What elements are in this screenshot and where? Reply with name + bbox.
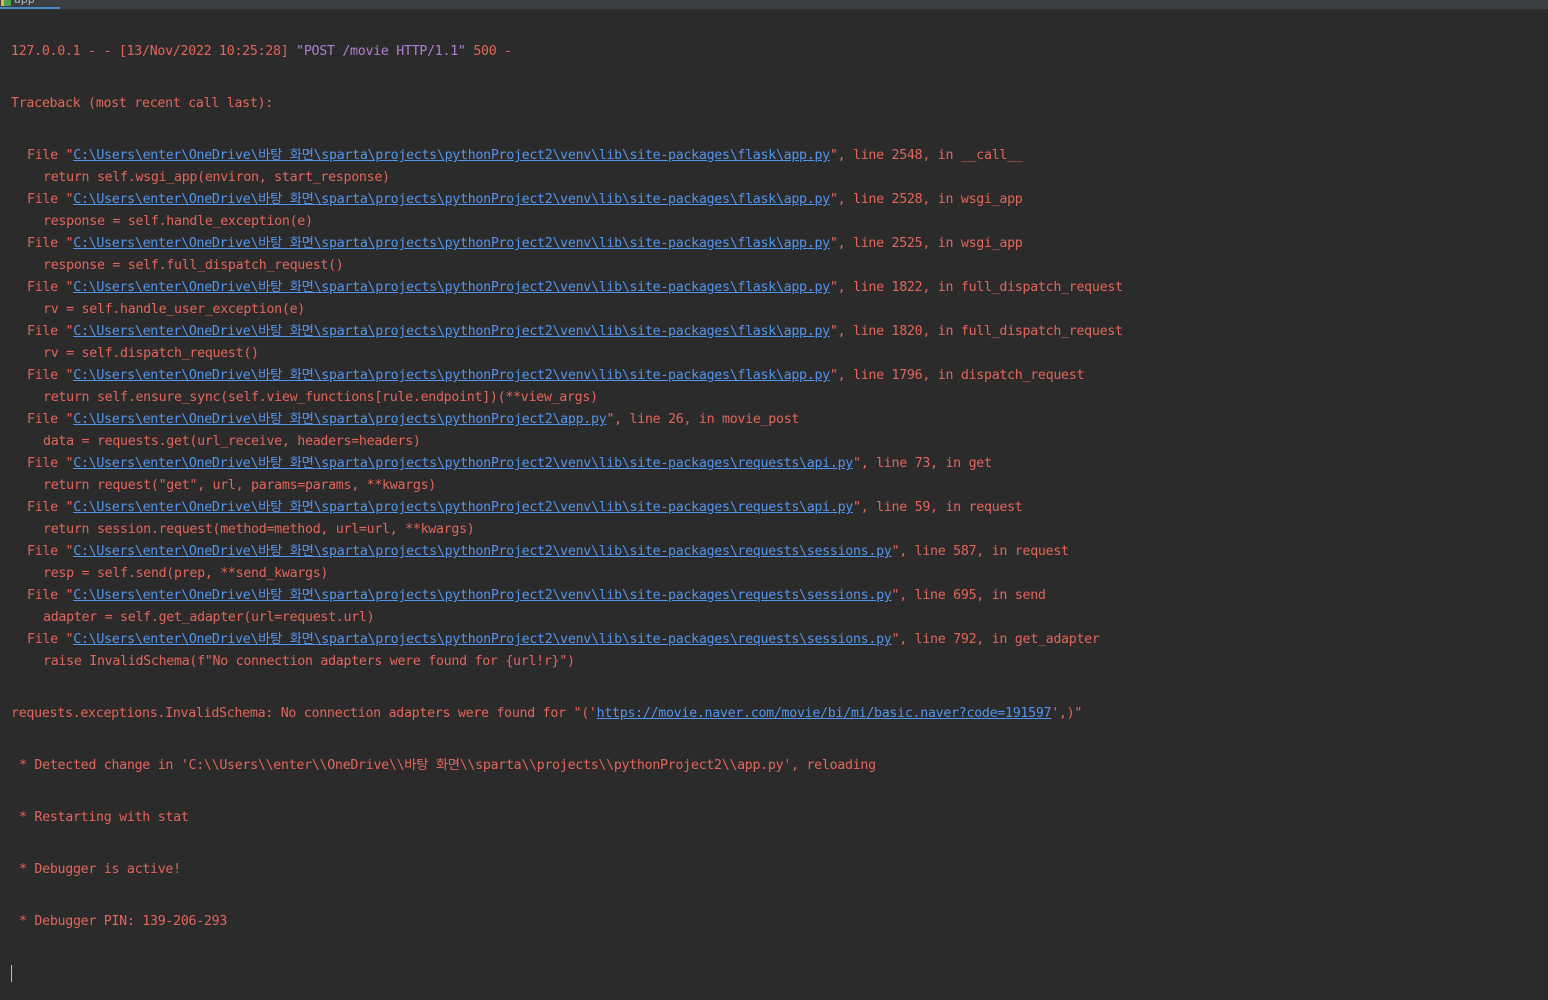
file-prefix: File " <box>27 544 74 559</box>
file-location: ", line 587, in request <box>891 544 1070 559</box>
file-location: ", line 2528, in wsgi_app <box>829 192 1023 207</box>
file-path-link[interactable]: C:\Users\enter\OneDrive\바탕 화면\sparta\pro… <box>73 588 892 603</box>
reload-line: * Debugger PIN: 139-206-293 <box>19 914 228 929</box>
reload-line: * Detected change in 'C:\\Users\\enter\\… <box>19 758 876 773</box>
traceback-file-line: File "C:\Users\enter\OneDrive\바탕 화면\spar… <box>11 365 1548 387</box>
run-tab-label: app <box>14 0 35 6</box>
traceback-code-line: return self.ensure_sync(self.view_functi… <box>43 390 598 405</box>
traceback-file-line: File "C:\Users\enter\OneDrive\바탕 화면\spar… <box>11 277 1548 299</box>
traceback-file-line: File "C:\Users\enter\OneDrive\바탕 화면\spar… <box>11 453 1548 475</box>
exception-message: requests.exceptions.InvalidSchema: No co… <box>11 706 597 721</box>
file-location: ", line 26, in movie_post <box>606 412 800 427</box>
reload-line: * Debugger is active! <box>19 862 181 877</box>
traceback-code-line: adapter = self.get_adapter(url=request.u… <box>43 610 375 625</box>
request-status: 500 - <box>465 44 512 59</box>
traceback-code-line: response = self.handle_exception(e) <box>43 214 313 229</box>
text-cursor <box>11 964 12 982</box>
file-path-link[interactable]: C:\Users\enter\OneDrive\바탕 화면\sparta\pro… <box>73 456 853 471</box>
reload-line: * Restarting with stat <box>19 810 189 825</box>
file-prefix: File " <box>27 368 74 383</box>
exception-url-link[interactable]: https://movie.naver.com/movie/bi/mi/basi… <box>597 706 1052 721</box>
file-location: ", line 2525, in wsgi_app <box>829 236 1023 251</box>
traceback-code-line: rv = self.handle_user_exception(e) <box>43 302 305 317</box>
traceback-file-line: File "C:\Users\enter\OneDrive\바탕 화면\spar… <box>11 497 1548 519</box>
traceback-file-line: File "C:\Users\enter\OneDrive\바탕 화면\spar… <box>11 233 1548 255</box>
run-tab-app[interactable]: app <box>0 0 60 9</box>
input-line[interactable] <box>11 963 1548 985</box>
file-prefix: File " <box>27 280 74 295</box>
file-prefix: File " <box>27 148 74 163</box>
traceback-header: Traceback (most recent call last): <box>11 96 273 111</box>
request-method: "POST /movie HTTP/1.1" <box>296 44 466 59</box>
traceback-code-line: raise InvalidSchema(f"No connection adap… <box>43 654 575 669</box>
traceback-code-line: return request("get", url, params=params… <box>43 478 436 493</box>
file-path-link[interactable]: C:\Users\enter\OneDrive\바탕 화면\sparta\pro… <box>73 236 830 251</box>
file-prefix: File " <box>27 236 74 251</box>
request-log-line: 127.0.0.1 - - [13/Nov/2022 10:25:28] "PO… <box>11 41 1548 63</box>
python-run-icon <box>1 0 11 6</box>
traceback-code-line: return self.wsgi_app(environ, start_resp… <box>43 170 390 185</box>
file-prefix: File " <box>27 192 74 207</box>
file-path-link[interactable]: C:\Users\enter\OneDrive\바탕 화면\sparta\pro… <box>73 368 830 383</box>
file-prefix: File " <box>27 500 74 515</box>
active-tab-indicator <box>0 7 60 9</box>
traceback-code-line: return session.request(method=method, ur… <box>43 522 475 537</box>
traceback-file-line: File "C:\Users\enter\OneDrive\바탕 화면\spar… <box>11 189 1548 211</box>
file-location: ", line 1822, in full_dispatch_request <box>829 280 1123 295</box>
file-location: ", line 2548, in __call__ <box>829 148 1023 163</box>
file-location: ", line 1796, in dispatch_request <box>829 368 1085 383</box>
traceback-code-line: response = self.full_dispatch_request() <box>43 258 344 273</box>
exception-suffix: ',)" <box>1051 706 1083 721</box>
file-path-link[interactable]: C:\Users\enter\OneDrive\바탕 화면\sparta\pro… <box>73 148 830 163</box>
traceback-file-line: File "C:\Users\enter\OneDrive\바탕 화면\spar… <box>11 629 1548 651</box>
file-location: ", line 1820, in full_dispatch_request <box>829 324 1123 339</box>
file-location: ", line 59, in request <box>852 500 1023 515</box>
file-location: ", line 73, in get <box>852 456 992 471</box>
file-prefix: File " <box>27 588 74 603</box>
traceback-file-line: File "C:\Users\enter\OneDrive\바탕 화면\spar… <box>11 585 1548 607</box>
file-prefix: File " <box>27 324 74 339</box>
file-path-link[interactable]: C:\Users\enter\OneDrive\바탕 화면\sparta\pro… <box>73 632 892 647</box>
file-prefix: File " <box>27 632 74 647</box>
traceback-file-line: File "C:\Users\enter\OneDrive\바탕 화면\spar… <box>11 409 1548 431</box>
file-prefix: File " <box>27 412 74 427</box>
file-location: ", line 792, in get_adapter <box>891 632 1100 647</box>
traceback-file-line: File "C:\Users\enter\OneDrive\바탕 화면\spar… <box>11 541 1548 563</box>
request-log-prefix: 127.0.0.1 - - [13/Nov/2022 10:25:28] <box>11 44 297 59</box>
file-path-link[interactable]: C:\Users\enter\OneDrive\바탕 화면\sparta\pro… <box>73 500 853 515</box>
file-path-link[interactable]: C:\Users\enter\OneDrive\바탕 화면\sparta\pro… <box>73 544 892 559</box>
console-output[interactable]: 127.0.0.1 - - [13/Nov/2022 10:25:28] "PO… <box>11 11 1548 1000</box>
file-path-link[interactable]: C:\Users\enter\OneDrive\바탕 화면\sparta\pro… <box>73 280 830 295</box>
traceback-file-line: File "C:\Users\enter\OneDrive\바탕 화면\spar… <box>11 145 1548 167</box>
traceback-file-line: File "C:\Users\enter\OneDrive\바탕 화면\spar… <box>11 321 1548 343</box>
traceback-code-line: resp = self.send(prep, **send_kwargs) <box>43 566 329 581</box>
file-path-link[interactable]: C:\Users\enter\OneDrive\바탕 화면\sparta\pro… <box>73 324 830 339</box>
file-location: ", line 695, in send <box>891 588 1046 603</box>
file-path-link[interactable]: C:\Users\enter\OneDrive\바탕 화면\sparta\pro… <box>73 192 830 207</box>
traceback-code-line: rv = self.dispatch_request() <box>43 346 259 361</box>
run-tab-bar: app <box>0 0 1548 10</box>
exception-line: requests.exceptions.InvalidSchema: No co… <box>11 703 1548 725</box>
traceback-frames: File "C:\Users\enter\OneDrive\바탕 화면\spar… <box>11 145 1548 673</box>
traceback-code-line: data = requests.get(url_receive, headers… <box>43 434 421 449</box>
file-path-link[interactable]: C:\Users\enter\OneDrive\바탕 화면\sparta\pro… <box>73 412 606 427</box>
file-prefix: File " <box>27 456 74 471</box>
